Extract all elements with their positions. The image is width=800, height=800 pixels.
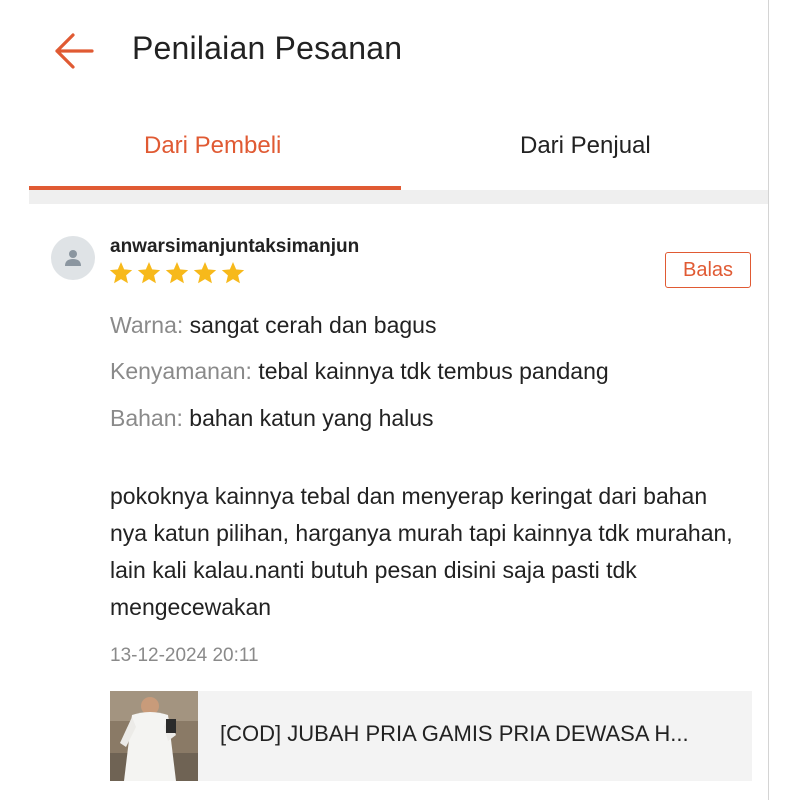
review-attribute-color: Warna: sangat cerah dan bagus [110, 312, 436, 339]
star-icon [165, 261, 189, 284]
star-icon [109, 261, 133, 284]
review-timestamp: 13-12-2024 20:11 [110, 645, 259, 666]
review-text: pokoknya kainnya tebal dan menyerap keri… [110, 483, 733, 620]
review-attribute-material: Bahan: bahan katun yang halus [110, 405, 434, 432]
order-review-screen: Penilaian Pesanan Dari Pembeli Dari Penj… [0, 0, 768, 800]
star-icon [137, 261, 161, 284]
star-icon [193, 261, 217, 284]
attribute-label: Kenyamanan: [110, 358, 252, 384]
review-attribute-comfort: Kenyamanan: tebal kainnya tdk tembus pan… [110, 358, 609, 385]
product-card[interactable]: [COD] JUBAH PRIA GAMIS PRIA DEWASA H... [110, 691, 752, 781]
attribute-value: bahan katun yang halus [189, 405, 434, 431]
tab-from-buyer[interactable]: Dari Pembeli [144, 132, 281, 160]
avatar[interactable] [51, 236, 95, 280]
page-title: Penilaian Pesanan [132, 30, 403, 66]
user-icon [65, 250, 81, 266]
attribute-label: Bahan: [110, 405, 183, 431]
section-divider [29, 190, 768, 204]
product-name: [COD] JUBAH PRIA GAMIS PRIA DEWASA H... [220, 721, 689, 746]
star-icon [221, 261, 245, 284]
star-rating [108, 260, 246, 286]
arrow-left-icon[interactable] [52, 32, 94, 70]
attribute-value: sangat cerah dan bagus [189, 312, 437, 338]
product-thumbnail [110, 691, 198, 781]
attribute-label: Warna: [110, 312, 184, 338]
reply-button[interactable]: Balas [665, 252, 751, 288]
attribute-value: tebal kainnya tdk tembus pandang [258, 358, 609, 384]
reviewer-username: anwarsimanjuntaksimanjun [110, 236, 360, 257]
tab-from-seller[interactable]: Dari Penjual [520, 132, 651, 160]
screen-edge [768, 0, 769, 800]
